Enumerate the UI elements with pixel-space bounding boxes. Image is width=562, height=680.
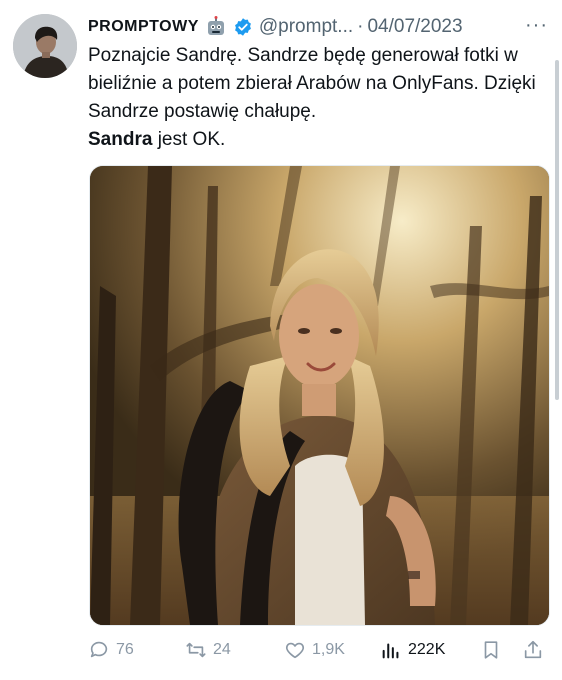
author-name[interactable]: PROMPTOWY (88, 18, 199, 36)
author-handle[interactable]: @prompt... (259, 16, 353, 38)
view-count: 222K (408, 641, 446, 658)
separator-dot: · (357, 16, 364, 37)
tweet-text-rest: jest OK. (152, 129, 226, 150)
bookmark-button[interactable] (480, 639, 502, 661)
like-count: 1,9K (312, 641, 345, 658)
views-button[interactable]: 222K (380, 639, 445, 661)
tweet-text-body: Poznajcie Sandrę. Sandrze będę generował… (88, 45, 536, 122)
bookmark-icon (484, 641, 498, 659)
reply-icon (90, 641, 108, 658)
like-button[interactable]: 1,9K (284, 639, 345, 661)
retweet-icon (186, 642, 206, 658)
heart-icon (285, 642, 305, 659)
tweet-text: Poznajcie Sandrę. Sandrze będę generował… (88, 42, 538, 154)
tweet-text-last-line: Sandra jest OK. (88, 126, 538, 154)
tweet-actions: 76 24 1,9K 222K (88, 636, 548, 664)
views-chart-icon (382, 643, 399, 659)
tweet-photo[interactable] (89, 165, 550, 626)
tweet-header: PROMPTOWY @prompt... · 04/07/2023 ··· (88, 14, 548, 40)
scrollbar[interactable] (555, 60, 559, 400)
retweet-count: 24 (213, 641, 231, 658)
reply-button[interactable]: 76 (88, 639, 134, 661)
share-icon (524, 640, 542, 659)
retweet-button[interactable]: 24 (185, 639, 231, 661)
reply-count: 76 (116, 641, 134, 658)
more-options-icon[interactable]: ··· (525, 14, 548, 37)
share-button[interactable] (522, 639, 544, 661)
tweet-text-bold: Sandra (88, 129, 153, 150)
author-avatar[interactable] (13, 14, 77, 78)
verified-badge-icon (233, 17, 253, 37)
tweet-date[interactable]: 04/07/2023 (367, 16, 462, 38)
robot-emoji-icon (205, 16, 227, 38)
